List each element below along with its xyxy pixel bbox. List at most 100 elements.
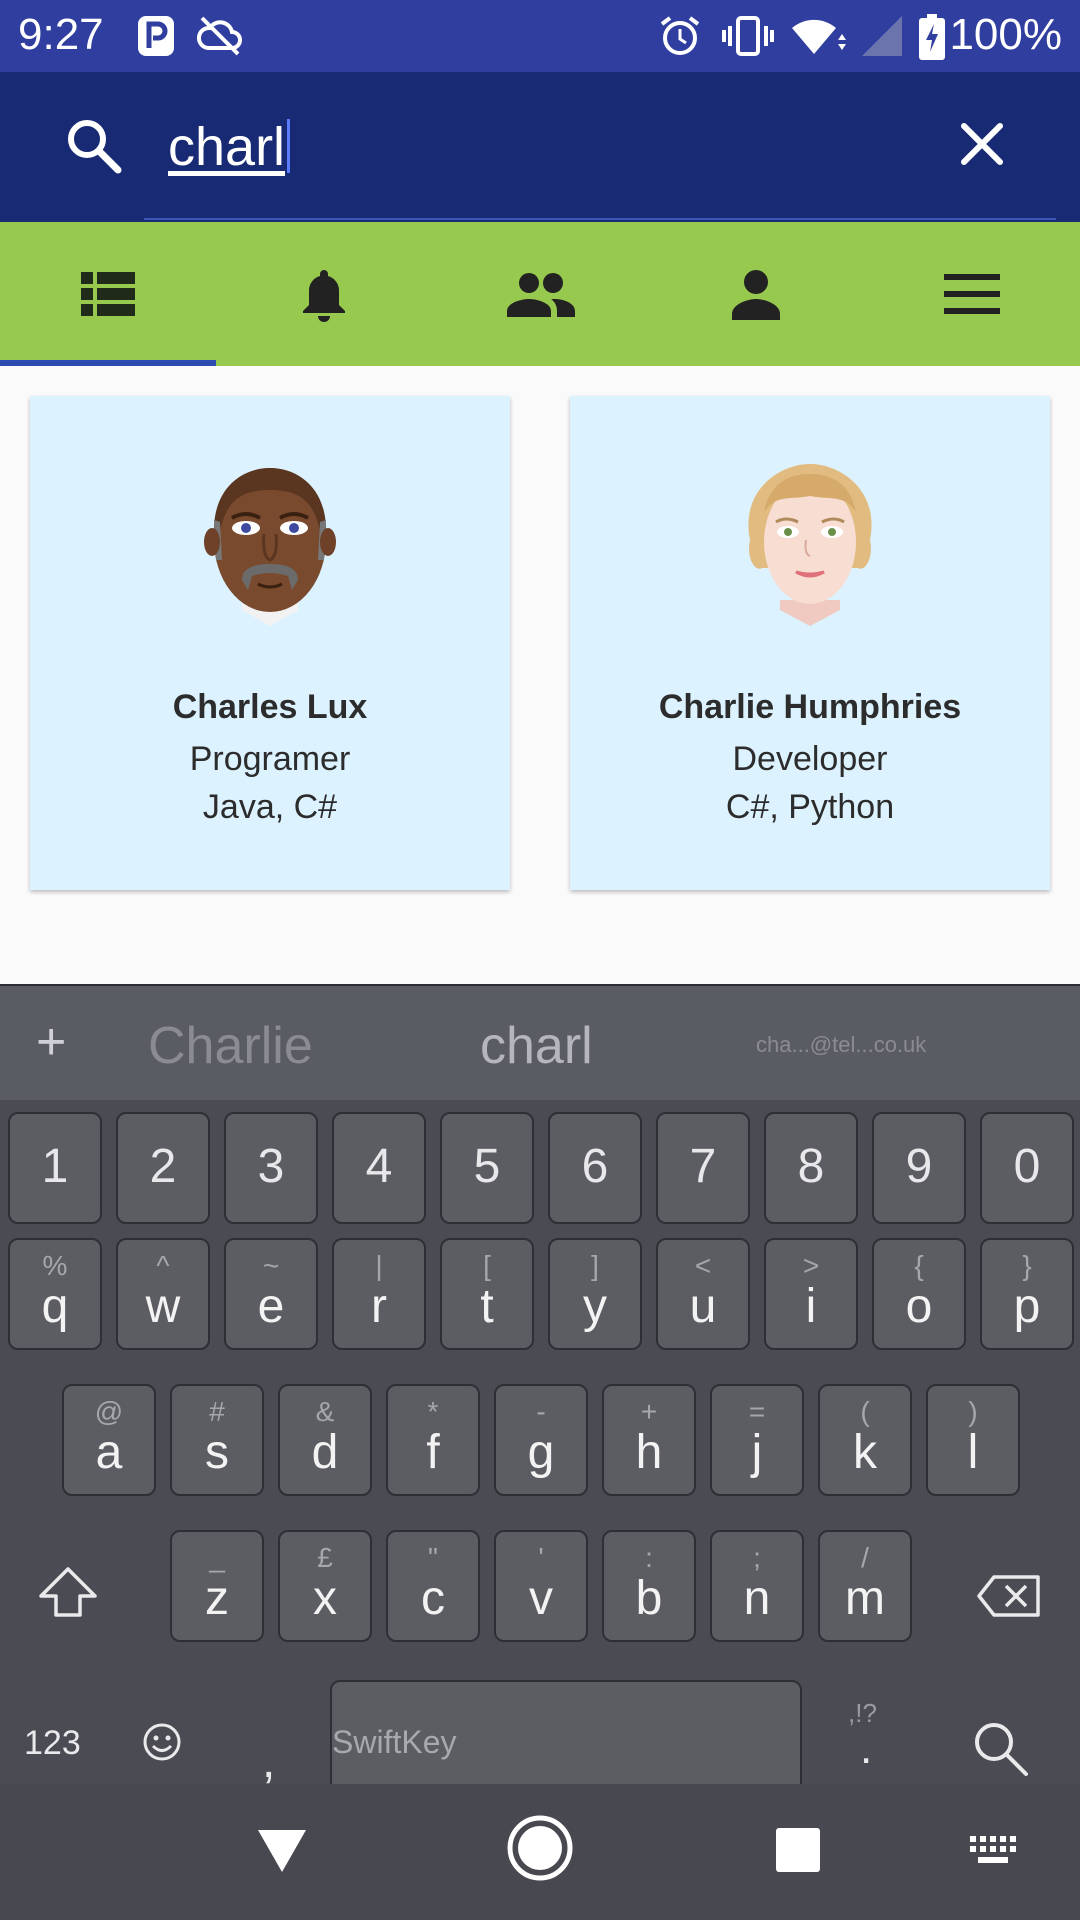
key-w[interactable]: ^ w	[116, 1238, 210, 1350]
contact-skills: C#, Python	[725, 788, 895, 826]
tab-menu[interactable]	[864, 222, 1080, 366]
period-key[interactable]: .	[860, 1724, 872, 1774]
key-l[interactable]: ) l	[926, 1384, 1020, 1496]
key-label: p	[1013, 1280, 1041, 1333]
battery-charging-icon	[919, 14, 945, 60]
key-a[interactable]: @ a	[62, 1384, 156, 1496]
key-alt-label: ~	[262, 1250, 280, 1281]
backspace-key[interactable]	[976, 1574, 1042, 1623]
key-alt-label: £	[317, 1542, 333, 1573]
contact-card[interactable]: Charlie Humphries Developer C#, Python	[570, 396, 1050, 890]
key-z[interactable]: _ z	[170, 1530, 264, 1642]
key-0[interactable]: 0	[980, 1112, 1074, 1224]
key-alt-label: ]	[591, 1250, 599, 1281]
key-k[interactable]: (k	[818, 1384, 912, 1496]
numbers-key[interactable]: 123	[24, 1724, 81, 1763]
key-alt-label: _	[209, 1542, 225, 1573]
key-6[interactable]: 6	[548, 1112, 642, 1224]
key-label: t	[480, 1280, 494, 1333]
key-e[interactable]: ~ e	[224, 1238, 318, 1350]
keyboard-switch-icon[interactable]	[970, 1836, 1016, 1866]
key-alt-label: >	[802, 1250, 820, 1281]
key-7[interactable]: 7	[656, 1112, 750, 1224]
key-label: 1	[41, 1140, 69, 1193]
key-label: v	[529, 1572, 553, 1625]
tab-list[interactable]	[0, 222, 216, 366]
key-3[interactable]: 3	[224, 1112, 318, 1224]
key-2[interactable]: 2	[116, 1112, 210, 1224]
key-m[interactable]: / m	[818, 1530, 912, 1642]
text-cursor	[287, 119, 291, 173]
key-9[interactable]: 9	[872, 1112, 966, 1224]
group-icon	[507, 273, 575, 317]
back-icon[interactable]	[256, 1826, 308, 1874]
tab-notifications[interactable]	[216, 222, 432, 366]
emoji-key[interactable]	[142, 1722, 182, 1767]
key-s[interactable]: # s	[170, 1384, 264, 1496]
key-u[interactable]: < u	[656, 1238, 750, 1350]
key-1[interactable]: 1	[8, 1112, 102, 1224]
key-o[interactable]: {o	[872, 1238, 966, 1350]
key-v[interactable]: ' v	[494, 1530, 588, 1642]
key-alt-label: *	[427, 1396, 439, 1427]
suggestion-2[interactable]: charl	[480, 1016, 593, 1076]
suggestion-3[interactable]: cha...@tel...co.uk	[756, 1032, 926, 1058]
key-label: z	[205, 1572, 229, 1625]
key-y[interactable]: ] y	[548, 1238, 642, 1350]
key-g[interactable]: -g	[494, 1384, 588, 1496]
list-view-icon	[81, 272, 135, 316]
key-q[interactable]: % q	[8, 1238, 102, 1350]
key-8[interactable]: 8	[764, 1112, 858, 1224]
search-input[interactable]: charl	[168, 116, 291, 178]
key-5[interactable]: 5	[440, 1112, 534, 1224]
signal-icon	[862, 16, 902, 56]
key-r[interactable]: | r	[332, 1238, 426, 1350]
wifi-icon	[792, 19, 846, 54]
key-alt-label: %	[42, 1250, 68, 1281]
suggestion-1[interactable]: Charlie	[148, 1016, 313, 1076]
key-label: e	[257, 1280, 285, 1333]
key-label: g	[527, 1426, 555, 1479]
key-label: n	[743, 1572, 771, 1625]
tab-profile[interactable]	[648, 222, 864, 366]
key-t[interactable]: [t	[440, 1238, 534, 1350]
key-label: h	[635, 1426, 663, 1479]
tab-bar	[0, 222, 1080, 366]
key-alt-label: <	[694, 1250, 712, 1281]
key-x[interactable]: £ x	[278, 1530, 372, 1642]
tab-groups[interactable]	[432, 222, 648, 366]
key-h[interactable]: + h	[602, 1384, 696, 1496]
key-4[interactable]: 4	[332, 1112, 426, 1224]
key-b[interactable]: :b	[602, 1530, 696, 1642]
comma-key[interactable]: ,	[262, 1734, 275, 1789]
key-p[interactable]: } p	[980, 1238, 1074, 1350]
close-icon[interactable]	[960, 122, 1004, 166]
avatar	[748, 464, 872, 626]
key-c[interactable]: " c	[386, 1530, 480, 1642]
key-label: y	[583, 1280, 607, 1333]
shift-key[interactable]	[38, 1566, 98, 1623]
key-j[interactable]: = j	[710, 1384, 804, 1496]
home-icon[interactable]	[506, 1814, 574, 1882]
add-word-icon[interactable]: +	[36, 1012, 66, 1072]
key-f[interactable]: * f	[386, 1384, 480, 1496]
search-icon[interactable]	[64, 116, 124, 176]
key-label: 4	[365, 1140, 393, 1193]
key-d[interactable]: & d	[278, 1384, 372, 1496]
key-n[interactable]: ; n	[710, 1530, 804, 1642]
key-label: k	[853, 1426, 877, 1479]
key-label: j	[751, 1426, 763, 1479]
key-label: u	[689, 1280, 717, 1333]
battery-percent: 100%	[949, 10, 1062, 59]
key-label: 6	[581, 1140, 609, 1193]
emoji-icon	[143, 1723, 181, 1761]
key-label: r	[371, 1280, 387, 1333]
search-key[interactable]	[970, 1718, 1030, 1783]
key-label: 9	[905, 1140, 933, 1193]
key-i[interactable]: > i	[764, 1238, 858, 1350]
recents-icon[interactable]	[776, 1828, 820, 1872]
status-time: 9:27	[18, 10, 104, 59]
results-grid: Charles Lux Programer Java, C# Charlie H…	[0, 366, 1080, 984]
contact-card[interactable]: Charles Lux Programer Java, C#	[30, 396, 510, 890]
key-alt-label: @	[94, 1396, 124, 1427]
